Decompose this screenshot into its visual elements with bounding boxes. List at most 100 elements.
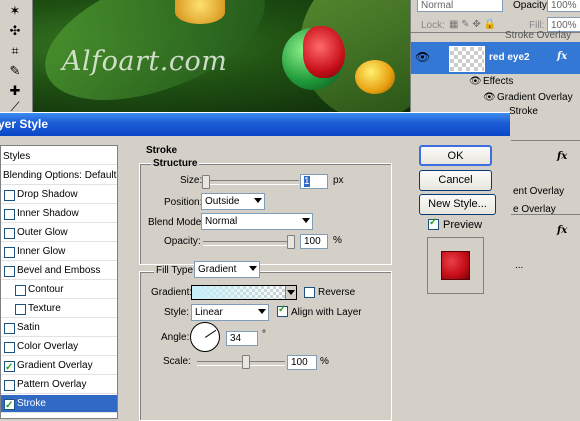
styles-header[interactable]: Styles	[1, 148, 117, 165]
scale-input[interactable]: 100	[287, 355, 317, 370]
style-item-label: Pattern Overlay	[17, 379, 87, 390]
gradient-dropdown-button[interactable]	[285, 286, 296, 299]
lock-icons[interactable]: ▦ ✎ ✥ 🔒	[449, 19, 496, 30]
angle-dial[interactable]	[190, 322, 220, 352]
position-label: Position:	[164, 197, 203, 208]
fx-icon[interactable]: fx	[557, 51, 567, 62]
style-checkbox[interactable]	[15, 285, 26, 296]
effects-row[interactable]: 👁 Effects	[411, 74, 580, 90]
fx-icon[interactable]: fx	[557, 225, 567, 236]
ok-button-label: OK	[447, 150, 464, 162]
preview-label: Preview	[443, 219, 483, 231]
style-item-satin[interactable]: Satin	[1, 319, 117, 337]
scale-unit: %	[320, 356, 329, 367]
magic-wand-icon[interactable]: ✶	[4, 2, 26, 20]
style-checkbox[interactable]	[4, 266, 15, 277]
angle-dial-needle	[205, 329, 217, 338]
blend-mode-label: Blend Mode:	[148, 217, 205, 228]
chevron-down-icon	[254, 198, 262, 203]
style-checkbox[interactable]	[4, 190, 15, 201]
style-item-color-overlay[interactable]: Color Overlay	[1, 338, 117, 356]
layer-row-red-eye2[interactable]: 👁 red eye2 fx	[411, 42, 580, 74]
style-item-label: Contour	[28, 284, 64, 295]
eye-visibility-icon[interactable]: 👁	[469, 76, 482, 87]
style-item-label: Outer Glow	[17, 227, 68, 238]
yellow-blob	[175, 0, 225, 24]
style-checkbox[interactable]	[4, 397, 15, 415]
style-checkbox[interactable]	[4, 228, 15, 239]
fx-icon[interactable]: fx	[557, 151, 567, 162]
align-with-layer-label: Align with Layer	[291, 307, 362, 318]
style-checkbox[interactable]	[4, 323, 15, 334]
style-item-bevel-and-emboss[interactable]: Bevel and Emboss	[1, 262, 117, 280]
blending-options-item[interactable]: Blending Options: Default	[1, 167, 117, 185]
style-checkbox[interactable]	[4, 247, 15, 258]
angle-label: Angle:	[161, 332, 190, 343]
reverse-checkbox[interactable]	[304, 287, 315, 298]
opacity-label: Opacity:	[164, 236, 201, 247]
style-item-contour[interactable]: Contour	[1, 281, 117, 299]
layer-row-lower-1[interactable]: fx	[511, 140, 580, 181]
preview-checkbox[interactable]	[428, 217, 439, 230]
style-item-stroke[interactable]: Stroke	[1, 395, 117, 415]
style-checkbox[interactable]	[4, 209, 15, 220]
opacity-input[interactable]: 100%	[547, 0, 580, 12]
move-tool-icon[interactable]: ✣	[4, 22, 26, 40]
slice-tool-icon[interactable]: ✎	[4, 62, 26, 80]
chevron-down-icon	[287, 290, 295, 295]
style-item-texture[interactable]: Texture	[1, 300, 117, 318]
effects-label: Effects	[483, 76, 514, 87]
layer-row-lower-2[interactable]: fx	[511, 214, 580, 255]
fill-type-select[interactable]: Gradient	[194, 261, 260, 278]
gradient-label: Gradient:	[151, 287, 193, 298]
size-unit: px	[333, 175, 344, 186]
gradient-style-select[interactable]: Linear	[191, 304, 269, 321]
chevron-down-icon	[249, 266, 257, 271]
style-checkbox[interactable]	[15, 304, 26, 315]
style-item-drop-shadow[interactable]: Drop Shadow	[1, 186, 117, 204]
dialog-titlebar[interactable]: yer Style	[0, 113, 510, 136]
position-value: Outside	[205, 196, 240, 207]
layer-effect-partial: ent Overlay	[513, 186, 565, 197]
style-checkbox[interactable]	[4, 342, 15, 353]
blend-mode-select[interactable]: Normal	[417, 0, 503, 12]
size-label: Size:	[180, 175, 203, 186]
opacity-value: 100%	[551, 0, 577, 11]
style-item-label: Inner Shadow	[17, 208, 79, 219]
opacity-slider[interactable]	[203, 241, 295, 246]
stroke-blend-mode-select[interactable]: Normal	[201, 213, 313, 230]
cancel-button[interactable]: Cancel	[419, 170, 492, 191]
crop-tool-icon[interactable]: ⌗	[4, 42, 26, 60]
align-with-layer-checkbox[interactable]	[277, 304, 288, 317]
style-item-gradient-overlay[interactable]: Gradient Overlay	[1, 357, 117, 377]
document-canvas[interactable]: Alfoart.com	[0, 0, 410, 112]
scale-slider[interactable]	[197, 361, 285, 366]
ok-button[interactable]: OK	[419, 145, 492, 166]
eye-visibility-icon[interactable]: 👁	[483, 92, 496, 103]
new-style-button[interactable]: New Style...	[419, 194, 496, 215]
size-slider-thumb[interactable]	[202, 175, 210, 189]
style-item-pattern-overlay[interactable]: Pattern Overlay	[1, 376, 117, 394]
stroke-blend-mode-value: Normal	[205, 216, 238, 227]
stroke-opacity-input[interactable]: 100	[300, 234, 328, 249]
style-item-inner-glow[interactable]: Inner Glow	[1, 243, 117, 261]
eye-visibility-icon[interactable]: 👁	[415, 50, 430, 64]
fill-type-value: Gradient	[198, 264, 237, 275]
style-preview	[427, 237, 484, 294]
style-item-label: Stroke	[17, 398, 46, 409]
style-item-outer-glow[interactable]: Outer Glow	[1, 224, 117, 242]
gradient-picker[interactable]	[191, 285, 297, 300]
angle-input[interactable]: 34	[226, 331, 258, 346]
opacity-slider-thumb[interactable]	[287, 235, 295, 249]
style-checkbox[interactable]	[4, 380, 15, 391]
size-slider[interactable]	[203, 180, 299, 185]
style-item-inner-shadow[interactable]: Inner Shadow	[1, 205, 117, 223]
effect-row-gradient-overlay[interactable]: 👁 Gradient Overlay	[411, 90, 580, 106]
scale-slider-thumb[interactable]	[242, 355, 250, 369]
chevron-down-icon	[258, 309, 266, 314]
position-select[interactable]: Outside	[201, 193, 265, 210]
size-input[interactable]: 1	[300, 174, 328, 189]
style-item-label: Inner Glow	[17, 246, 66, 257]
style-item-label: Gradient Overlay	[17, 360, 93, 371]
style-checkbox[interactable]	[4, 359, 15, 377]
